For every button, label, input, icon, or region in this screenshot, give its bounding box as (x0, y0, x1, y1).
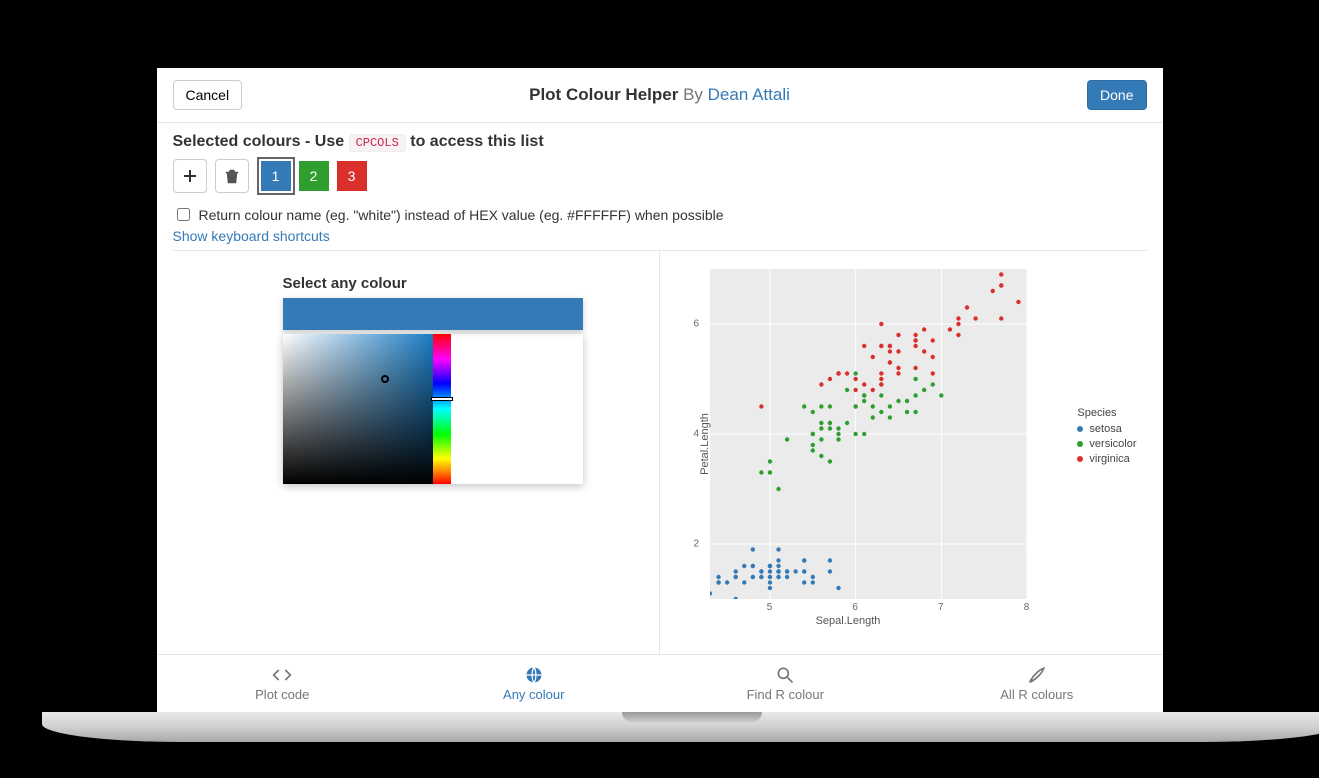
picker-label: Select any colour (283, 275, 637, 292)
saturation-value-area[interactable] (283, 334, 433, 484)
colour-picker-panel: Select any colour (173, 251, 660, 654)
code-icon (272, 665, 292, 685)
colour-input[interactable] (283, 298, 583, 330)
legend-label: versicolor (1089, 438, 1136, 450)
x-tick-label: 5 (767, 602, 773, 613)
legend-label: setosa (1089, 423, 1121, 435)
y-tick-label: 2 (694, 539, 700, 550)
tab-plot-code[interactable]: Plot code (157, 655, 409, 712)
laptop-base (42, 712, 1319, 742)
title-text: Plot Colour Helper (529, 85, 678, 104)
return-name-checkbox[interactable] (177, 208, 190, 221)
tab-find-r-colour-label: Find R colour (747, 687, 824, 702)
picker-cursor[interactable] (381, 375, 389, 383)
header: Cancel Plot Colour Helper By Dean Attali… (157, 68, 1163, 123)
legend-label: virginica (1089, 453, 1129, 465)
y-tick-label: 6 (694, 319, 700, 330)
add-colour-button[interactable] (173, 159, 207, 193)
plus-icon (182, 168, 198, 184)
done-button[interactable]: Done (1087, 80, 1146, 110)
selected-suffix: to access this list (410, 133, 543, 150)
tab-all-r-colours[interactable]: All R colours (911, 655, 1163, 712)
legend-dot (1077, 456, 1083, 462)
legend-dot (1077, 426, 1083, 432)
colour-swatch-2[interactable]: 2 (299, 161, 329, 191)
x-tick-label: 7 (938, 602, 944, 613)
globe-icon (524, 665, 544, 685)
selected-prefix: Selected colours - Use (173, 133, 345, 150)
cancel-button[interactable]: Cancel (173, 80, 243, 110)
return-name-label: Return colour name (eg. "white") instead… (199, 207, 724, 223)
laptop-frame: Cancel Plot Colour Helper By Dean Attali… (125, 36, 1195, 742)
trash-icon (224, 168, 240, 184)
legend: Species setosa versicolor virginica (1077, 407, 1136, 468)
legend-item: virginica (1077, 453, 1136, 465)
legend-item: versicolor (1077, 438, 1136, 450)
author-link[interactable]: Dean Attali (708, 85, 790, 104)
plot-panel: Petal.Length Sepal.Length Species setosa… (660, 251, 1147, 654)
page-title: Plot Colour Helper By Dean Attali (529, 85, 790, 105)
delete-colour-button[interactable] (215, 159, 249, 193)
scatter-plot: Petal.Length Sepal.Length Species setosa… (670, 259, 1137, 629)
tab-any-colour-label: Any colour (503, 687, 564, 702)
tab-find-r-colour[interactable]: Find R colour (660, 655, 912, 712)
colour-swatch-1[interactable]: 1 (261, 161, 291, 191)
colour-swatches: 123 (261, 161, 367, 191)
title-by: By (683, 85, 703, 104)
app-window: Cancel Plot Colour Helper By Dean Attali… (157, 68, 1163, 712)
brush-icon (1027, 665, 1047, 685)
x-tick-label: 8 (1024, 602, 1030, 613)
x-tick-label: 6 (852, 602, 858, 613)
laptop-notch (622, 712, 762, 722)
tab-any-colour[interactable]: Any colour (408, 655, 660, 712)
tab-plot-code-label: Plot code (255, 687, 309, 702)
tab-all-r-colours-label: All R colours (1000, 687, 1073, 702)
scatter-points (710, 269, 1027, 599)
legend-item: setosa (1077, 423, 1136, 435)
bottom-tabs: Plot code Any colour Find R colour All R… (157, 654, 1163, 712)
hue-slider[interactable] (433, 334, 451, 484)
return-name-option[interactable]: Return colour name (eg. "white") instead… (173, 205, 1147, 224)
legend-title: Species (1077, 407, 1136, 419)
hue-thumb[interactable] (431, 397, 453, 401)
search-icon (775, 665, 795, 685)
colour-swatch-3[interactable]: 3 (337, 161, 367, 191)
y-tick-label: 4 (694, 429, 700, 440)
cpcols-badge: CPCOLS (349, 134, 406, 152)
legend-dot (1077, 441, 1083, 447)
y-axis-label: Petal.Length (698, 413, 710, 475)
selected-colours-heading: Selected colours - Use CPCOLS to access … (173, 133, 1147, 151)
show-shortcuts-link[interactable]: Show keyboard shortcuts (173, 228, 1147, 244)
x-axis-label: Sepal.Length (670, 615, 1027, 627)
